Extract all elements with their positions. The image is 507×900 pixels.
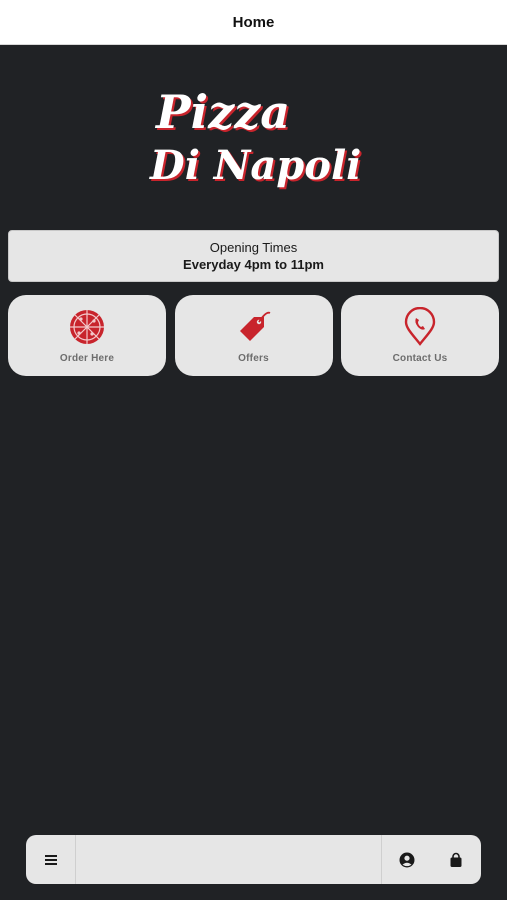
order-here-button[interactable]: Order Here: [8, 295, 166, 376]
cart-button[interactable]: [431, 835, 481, 884]
hamburger-menu-icon: [44, 854, 57, 865]
menu-button[interactable]: [26, 835, 76, 884]
top-bar: Home: [0, 0, 507, 45]
contact-us-button[interactable]: Contact Us: [341, 295, 499, 376]
restaurant-logo: Pizza Pizza Di Napoli Di Napoli: [140, 78, 380, 193]
offers-label: Offers: [238, 353, 269, 364]
phone-pin-icon: [404, 307, 436, 346]
bottom-bar-spacer: [76, 835, 381, 884]
quick-links: Order Here Offers Contact Us: [8, 295, 499, 376]
opening-times-title: Opening Times: [209, 240, 298, 255]
offers-button[interactable]: Offers: [174, 295, 333, 376]
svg-text:Di Napoli: Di Napoli: [149, 142, 361, 189]
opening-times-banner: Opening Times Everyday 4pm to 11pm: [8, 230, 499, 282]
opening-times-text: Everyday 4pm to 11pm: [183, 257, 324, 272]
account-icon: [399, 852, 414, 867]
order-here-label: Order Here: [59, 353, 115, 364]
bottom-navigation: [26, 835, 481, 884]
account-button[interactable]: [381, 835, 431, 884]
page-title: Home: [232, 13, 275, 31]
pizza-icon: [70, 310, 104, 344]
contact-us-label: Contact Us: [392, 353, 448, 364]
tag-icon: [239, 311, 270, 341]
shopping-bag-icon: [450, 852, 462, 867]
svg-text:Pizza: Pizza: [154, 85, 290, 139]
